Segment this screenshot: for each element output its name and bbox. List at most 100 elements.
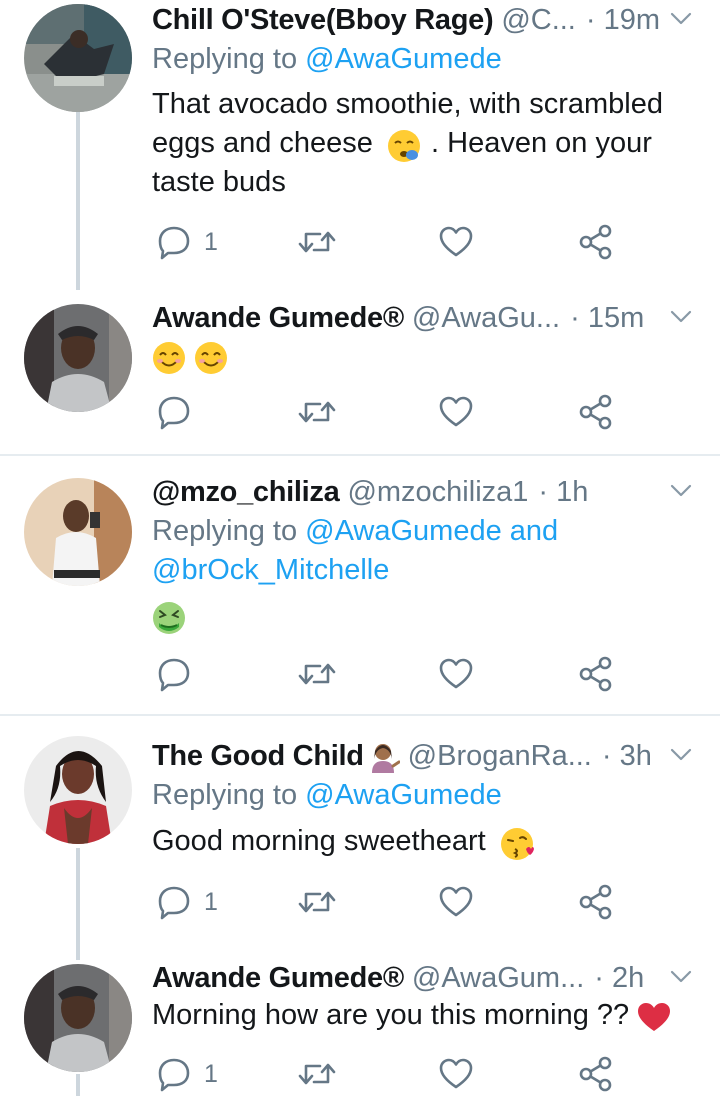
like-button[interactable]	[438, 654, 474, 694]
retweet-icon	[298, 231, 336, 253]
share-icon	[579, 1056, 612, 1092]
avatar[interactable]	[24, 736, 132, 844]
sleepy-face-emoji-icon	[387, 130, 420, 163]
timestamp[interactable]: · 15m	[570, 302, 644, 335]
share-button[interactable]	[578, 392, 614, 432]
share-icon	[579, 656, 612, 692]
author-name[interactable]: Awande Gumede®	[152, 962, 404, 995]
tweet-text-line: That avocado smoothie, with scrambled	[152, 88, 663, 120]
heart-icon	[439, 1058, 473, 1089]
chevron-down-icon[interactable]	[670, 744, 692, 766]
red-heart-emoji-icon	[638, 1003, 671, 1032]
reply-count: 1	[204, 227, 218, 256]
tweet-2[interactable]: Awande Gumede® @AwaGu... · 15m	[0, 298, 720, 453]
author-handle[interactable]: @AwaGum...	[412, 962, 584, 995]
chevron-down-icon[interactable]	[670, 480, 692, 502]
author-handle[interactable]: @AwaGu...	[412, 302, 560, 335]
author-name[interactable]: Chill O'Steve(Bboy Rage)	[152, 4, 494, 37]
share-icon	[579, 884, 612, 920]
author-handle[interactable]: @mzochiliza1	[347, 476, 528, 509]
avatar[interactable]	[24, 964, 132, 1072]
replying-to: Replying to @AwaGumede	[152, 776, 690, 815]
tweet-text: Good morning sweetheart	[152, 822, 690, 861]
retweet-button[interactable]	[298, 222, 336, 262]
author-name[interactable]: The Good Child	[152, 740, 364, 773]
timestamp[interactable]: · 19m	[586, 4, 660, 37]
retweet-button[interactable]	[298, 654, 336, 694]
heart-icon	[439, 886, 473, 917]
like-button[interactable]	[438, 1054, 474, 1094]
chevron-down-icon[interactable]	[670, 8, 692, 30]
mention-link[interactable]: @brOck_Mitchelle	[152, 554, 389, 586]
replying-to-prefix: Replying to	[152, 515, 306, 547]
share-button[interactable]	[578, 654, 614, 694]
timestamp[interactable]: · 3h	[602, 740, 652, 773]
tweet-text	[152, 598, 690, 637]
tweet-header: Awande Gumede® @AwaGum... · 2h	[152, 958, 680, 998]
share-button[interactable]	[578, 222, 614, 262]
thread-connector	[76, 1074, 80, 1096]
mention-link[interactable]: @AwaGumede	[305, 779, 502, 811]
action-bar	[152, 392, 622, 432]
replying-to-prefix: Replying to	[152, 43, 306, 75]
replying-to-and: and	[501, 515, 559, 547]
mention-link[interactable]: @AwaGumede	[305, 43, 502, 75]
reply-count: 1	[204, 1059, 218, 1088]
share-icon	[579, 224, 612, 260]
reply-button[interactable]: 1	[156, 882, 218, 922]
reply-icon	[158, 226, 190, 260]
retweet-button[interactable]	[298, 882, 336, 922]
tweet-1[interactable]: Chill O'Steve(Bboy Rage) @C... · 19m Rep…	[0, 0, 720, 290]
action-bar: 1	[152, 882, 622, 922]
author-handle[interactable]: @BroganRa...	[408, 740, 592, 773]
tweet-header: Chill O'Steve(Bboy Rage) @C... · 19m	[152, 0, 680, 40]
reply-button[interactable]	[156, 392, 204, 432]
nauseated-face-emoji-icon	[153, 602, 185, 635]
replying-to-line: Replying to @AwaGumede and	[152, 512, 690, 551]
reply-icon	[158, 658, 190, 692]
heart-icon	[439, 658, 473, 689]
reply-icon	[158, 1058, 190, 1092]
share-button[interactable]	[578, 1054, 614, 1094]
thread-connector	[76, 848, 80, 960]
tweet-5[interactable]: Awande Gumede® @AwaGum... · 2h Morning h…	[0, 958, 720, 1096]
avatar[interactable]	[24, 304, 132, 412]
tweet-3[interactable]: @mzo_chiliza @mzochiliza1 · 1h Replying …	[0, 472, 720, 712]
replying-to-line: @brOck_Mitchelle	[152, 551, 690, 590]
tweet-header: @mzo_chiliza @mzochiliza1 · 1h	[152, 472, 680, 512]
reply-icon	[158, 886, 190, 920]
tweet-text-segment: eggs and cheese	[152, 127, 373, 159]
retweet-button[interactable]	[298, 392, 336, 432]
reply-button[interactable]: 1	[156, 1054, 218, 1094]
smiling-face-emoji-icon	[195, 342, 228, 375]
author-name[interactable]: Awande Gumede®	[152, 302, 404, 335]
reply-count: 1	[204, 887, 218, 916]
tweet-text-segment: Morning how are you this morning ??	[152, 999, 630, 1031]
share-button[interactable]	[578, 882, 614, 922]
avatar[interactable]	[24, 478, 132, 586]
reply-button[interactable]	[156, 654, 204, 694]
tweet-4[interactable]: The Good Child @BroganRa... · 3h Replyin…	[0, 736, 720, 960]
smiling-face-emoji-icon	[153, 342, 185, 375]
action-bar: 1	[152, 1054, 622, 1094]
tweet-text-line: taste buds	[152, 166, 286, 198]
chevron-down-icon[interactable]	[670, 966, 692, 988]
retweet-button[interactable]	[298, 1054, 336, 1094]
reply-button[interactable]: 1	[156, 222, 218, 262]
tweet-text-line: eggs and cheese . Heaven on your	[152, 124, 690, 163]
heart-icon	[439, 226, 473, 257]
author-name[interactable]: @mzo_chiliza	[152, 476, 340, 509]
timestamp[interactable]: · 1h	[538, 476, 588, 509]
like-button[interactable]	[438, 222, 474, 262]
author-handle[interactable]: @C...	[501, 4, 576, 37]
action-bar: 1	[152, 222, 622, 262]
chevron-down-icon[interactable]	[670, 306, 692, 328]
like-button[interactable]	[438, 392, 474, 432]
thread-connector	[76, 110, 80, 290]
mention-link[interactable]: @AwaGumede	[305, 515, 502, 547]
tweet-text-segment: Good morning sweetheart	[152, 825, 486, 857]
tweet-header: Awande Gumede® @AwaGu... · 15m	[152, 298, 680, 338]
like-button[interactable]	[438, 882, 474, 922]
avatar[interactable]	[24, 4, 132, 112]
timestamp[interactable]: · 2h	[594, 962, 644, 995]
